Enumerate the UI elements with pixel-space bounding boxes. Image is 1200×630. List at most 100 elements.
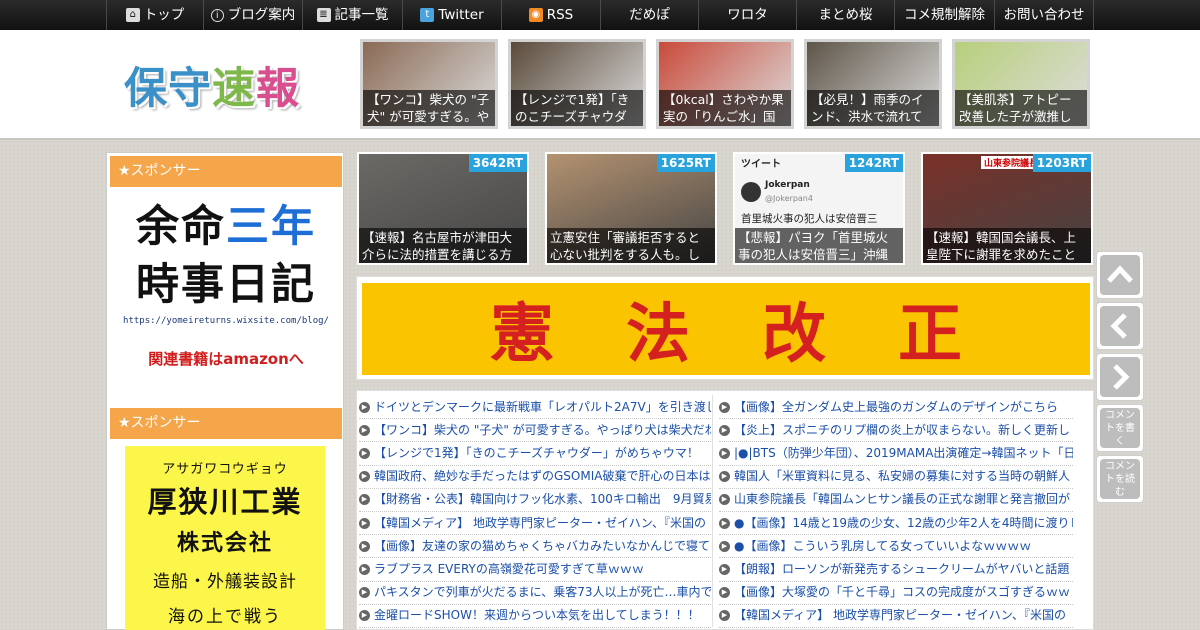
news-list-item[interactable]: ▶ ●【画像】14歳と19歳の少女、12歳の少年2人を4時間に渡りレ [719,512,1073,536]
logo-char: 報 [256,64,300,114]
up-arrow-icon [1107,265,1133,283]
news-list-item[interactable]: ▶ 【韓国メディア】 地政学専門家ピーター・ゼイハン、『米国の [359,512,711,536]
news-list-item[interactable]: ▶ 山東参院議長「韓国ムンヒサン議長の正式な謝罪と発言撤回が [719,489,1073,512]
nav-item-5[interactable]: だめぽ [600,0,698,30]
rt-ranking-card[interactable]: 3642RT 【速報】名古屋市が津田大介らに法的措置を講じる方 [357,152,529,265]
ad-company-name: 厚狭川工業 [147,485,303,519]
nav-label: RSS [546,7,574,23]
play-bullet-icon: ▶ [359,494,370,506]
header-thumb-article[interactable]: 【必見！】雨季のインド、洪水で流れて [804,39,942,129]
nav-label: お問い合わせ [1003,7,1085,23]
comment-write-label: コメントを書く [1105,410,1135,447]
news-list-item[interactable]: ▶ 【画像】友達の家の猫めちゃくちゃバカみたいなかんじで寝て [359,535,711,559]
nav-item-8[interactable]: コメ規制解除 [894,0,994,30]
nav-item-9[interactable]: お問い合わせ [994,0,1094,30]
play-bullet-icon: ▶ [359,471,370,483]
amazon-link[interactable]: 関連書籍はamazonへ [110,348,342,369]
home-icon: ⌂ [125,8,140,22]
news-title: 【画像】大塚愛の「千と千尋」コスの完成度がスゴすぎるｗｗ [734,585,1071,600]
rt-ranking-card[interactable]: 1625RT 立憲安住「審議拒否すると心ない批判をする人も。し [545,152,717,265]
nav-item-4[interactable]: ◉ RSS [501,0,600,30]
news-list-item[interactable]: ▶ 【レンジで1発】「きのこチーズチャウダー」がめちゃウマ！ [359,442,711,466]
sponsor-ad-asagawa[interactable]: アサガワコウギョウ 厚狭川工業 株式会社 造船・外艤装設計 海の上で戦う [125,446,325,630]
nav-list: ⌂ トップ i ブログ案内 ≣ 記事一覧 t Twitter ◉ RSS だめぽ ワロタ まとめ桜 コメ規… [106,0,1094,30]
rt-caption: 【速報】名古屋市が津田大介らに法的措置を講じる方 [359,228,527,263]
nav-item-0[interactable]: ⌂ トップ [106,0,203,30]
nav-item-7[interactable]: まとめ桜 [796,0,894,30]
nav-label: まとめ桜 [818,7,873,23]
news-title: 金曜ロードSHOW！来週からつい本気を出してしまう！！！ [374,608,700,623]
play-bullet-icon: ▶ [719,471,730,483]
news-list-item[interactable]: ▶ 韓国政府、絶妙な手だったはずのGSOMIA破棄で肝心の日本はノ [359,466,711,489]
nav-label: Twitter [438,7,484,23]
rt-caption: 【速報】韓国国会議長、上皇陛下に謝罪を求めたこと [923,228,1091,263]
news-list-item[interactable]: ▶ 【財務省・公表】韓国向けフッ化水素、100キロ輸出 9月貿易 [359,489,711,512]
play-bullet-icon: ▶ [719,401,730,413]
news-list-item[interactable]: ▶ ドイツとデンマークに最新戦車「レオパルト2A7V」を引き渡し [359,396,711,420]
news-column-right: ▶ 【画像】全ガンダム史上最強のガンダムのデザインがこちら ▶ 【炎上】スポニチのリプ… [719,396,1073,628]
news-column-left: ▶ ドイツとデンマークに最新戦車「レオパルト2A7V」を引き渡し ▶ 【ワンコ】柴犬の… [359,396,711,628]
comment-write-button[interactable]: コメントを書く [1096,404,1144,452]
news-title: 【朗報】ローソンが新発売するシュークリームがヤバいと話題 [734,561,1070,576]
nav-item-3[interactable]: t Twitter [402,0,501,30]
site-logo[interactable]: 保守速報 [124,54,300,116]
right-arrow-icon [1113,364,1130,390]
sponsor-heading: ★スポンサー [110,156,342,187]
play-bullet-icon: ▶ [359,610,370,622]
news-title: ●【画像】こういう乳房してる女っていいよなｗｗｗｗ [734,538,1032,553]
news-title: パキスタンで列車が火だるまに、乗客73人以上が死亡…車内で [374,585,711,600]
thumb-caption: 【必見！】雨季のインド、洪水で流れて [807,90,939,126]
play-bullet-icon: ▶ [719,563,730,575]
thumb-caption: 【美肌茶】アトピー改善した子が激推し [955,90,1087,126]
news-list: ▶ ドイツとデンマークに最新戦車「レオパルト2A7V」を引き渡し ▶ 【ワンコ】柴犬の… [356,390,1094,630]
news-list-item[interactable]: ▶ 【画像】全ガンダム史上最強のガンダムのデザインがこちら [719,396,1073,420]
news-list-item[interactable]: ▶ ●【画像】こういう乳房してる女っていいよなｗｗｗｗ [719,535,1073,559]
scroll-top-button[interactable] [1096,251,1144,299]
thumb-caption: 【レンジで1発】「きのこチーズチャウダ [511,90,643,126]
news-list-item[interactable]: ▶ 【画像】大塚愛の「千と千尋」コスの完成度がスゴすぎるｗｗ [719,582,1073,605]
news-title: 【炎上】スポニチのリプ欄の炎上が収まらない。新しく更新し [734,422,1071,437]
rt-ranking-card[interactable]: ツイート Jokerpan @Jokerpan4 首里城火事の犯人は安倍晋三 1242R… [733,152,905,265]
nav-item-2[interactable]: ≣ 記事一覧 [302,0,402,30]
header-thumb-article[interactable]: 【0kcal】さわやか果実の「りんご水」国 [656,39,794,129]
news-list-item[interactable]: ▶ ラブプラス EVERYの高嶺愛花可愛すぎて草ｗｗｗ [359,558,711,582]
nav-label: トップ [143,7,185,23]
nav-label: だめぽ [629,7,670,23]
play-bullet-icon: ▶ [359,540,370,552]
news-title: 【韓国メディア】 地政学専門家ピーター・ゼイハン、『米国の [734,608,1067,623]
back-button[interactable] [1096,302,1144,350]
news-title: ラブプラス EVERYの高嶺愛花可愛すぎて草ｗｗｗ [374,561,644,576]
header-thumb-article[interactable]: 【美肌茶】アトピー改善した子が激推し [952,39,1090,129]
news-list-item[interactable]: ▶ 【ワンコ】柴犬の "子犬" が可愛すぎる。やっぱり犬は柴犬だね [359,419,711,443]
news-title: 【韓国メディア】 地政学専門家ピーター・ゼイハン、『米国の [374,515,707,530]
nav-label: コメ規制解除 [904,7,985,23]
news-list-item[interactable]: ▶ 韓国人「米軍資料に見る、私安婦の募集に対する当時の朝鮮人 [719,466,1073,489]
banner-char: 法 [626,297,690,372]
nav-item-6[interactable]: ワロタ [698,0,796,30]
nav-item-1[interactable]: i ブログ案内 [203,0,302,30]
news-list-item[interactable]: ▶ 金曜ロードSHOW！来週からつい本気を出してしまう！！！ [359,605,711,628]
news-list-item[interactable]: ▶ パキスタンで列車が火だるまに、乗客73人以上が死亡…車内で [359,582,711,605]
twitter-icon: t [420,8,435,22]
forward-button[interactable] [1096,353,1144,401]
column-divider [712,395,713,627]
news-title: 【画像】友達の家の猫めちゃくちゃバカみたいなかんじで寝て [374,538,711,553]
header-thumb-article[interactable]: 【レンジで1発】「きのこチーズチャウダ [508,39,646,129]
rt-ranking-card[interactable]: 山東参院議長の抗 1203RT 【速報】韓国国会議長、上皇陛下に謝罪を求めたこと [921,152,1093,265]
play-bullet-icon: ▶ [719,517,730,529]
news-list-item[interactable]: ▶ 【炎上】スポニチのリプ欄の炎上が収まらない。新しく更新し [719,419,1073,443]
rt-count-badge: 1625RT [656,154,715,172]
play-bullet-icon: ▶ [719,587,730,599]
left-arrow-icon [1110,313,1127,339]
news-title: 韓国政府、絶妙な手だったはずのGSOMIA破棄で肝心の日本はノ [374,469,711,484]
kenpo-kaisei-banner[interactable]: 憲 法 改 正 [356,276,1094,380]
news-list-item[interactable]: ▶ 【朗報】ローソンが新発売するシュークリームがヤバいと話題 [719,558,1073,582]
sponsor-ad-yomei[interactable]: 余命三年 時事日記 https://yomeireturns.wixsite.c… [110,193,342,393]
news-list-item[interactable]: ▶ |●|BTS（防弾少年団）、2019MAMA出演確定→韓国ネット「日 [719,442,1073,466]
header-thumb-article[interactable]: 【ワンコ】柴犬の "子犬" が可愛すぎる。や [360,39,498,129]
tweet-id: @Jokerpan4 [765,194,813,203]
logo-char: 速 [212,64,256,114]
site-header: 保守速報 【ワンコ】柴犬の "子犬" が可愛すぎる。や 【レンジで1発】「きのこチ… [0,30,1200,140]
comment-read-button[interactable]: コメントを読む [1096,455,1144,503]
news-list-item[interactable]: ▶ 【韓国メディア】 地政学専門家ピーター・ゼイハン、『米国の [719,605,1073,628]
